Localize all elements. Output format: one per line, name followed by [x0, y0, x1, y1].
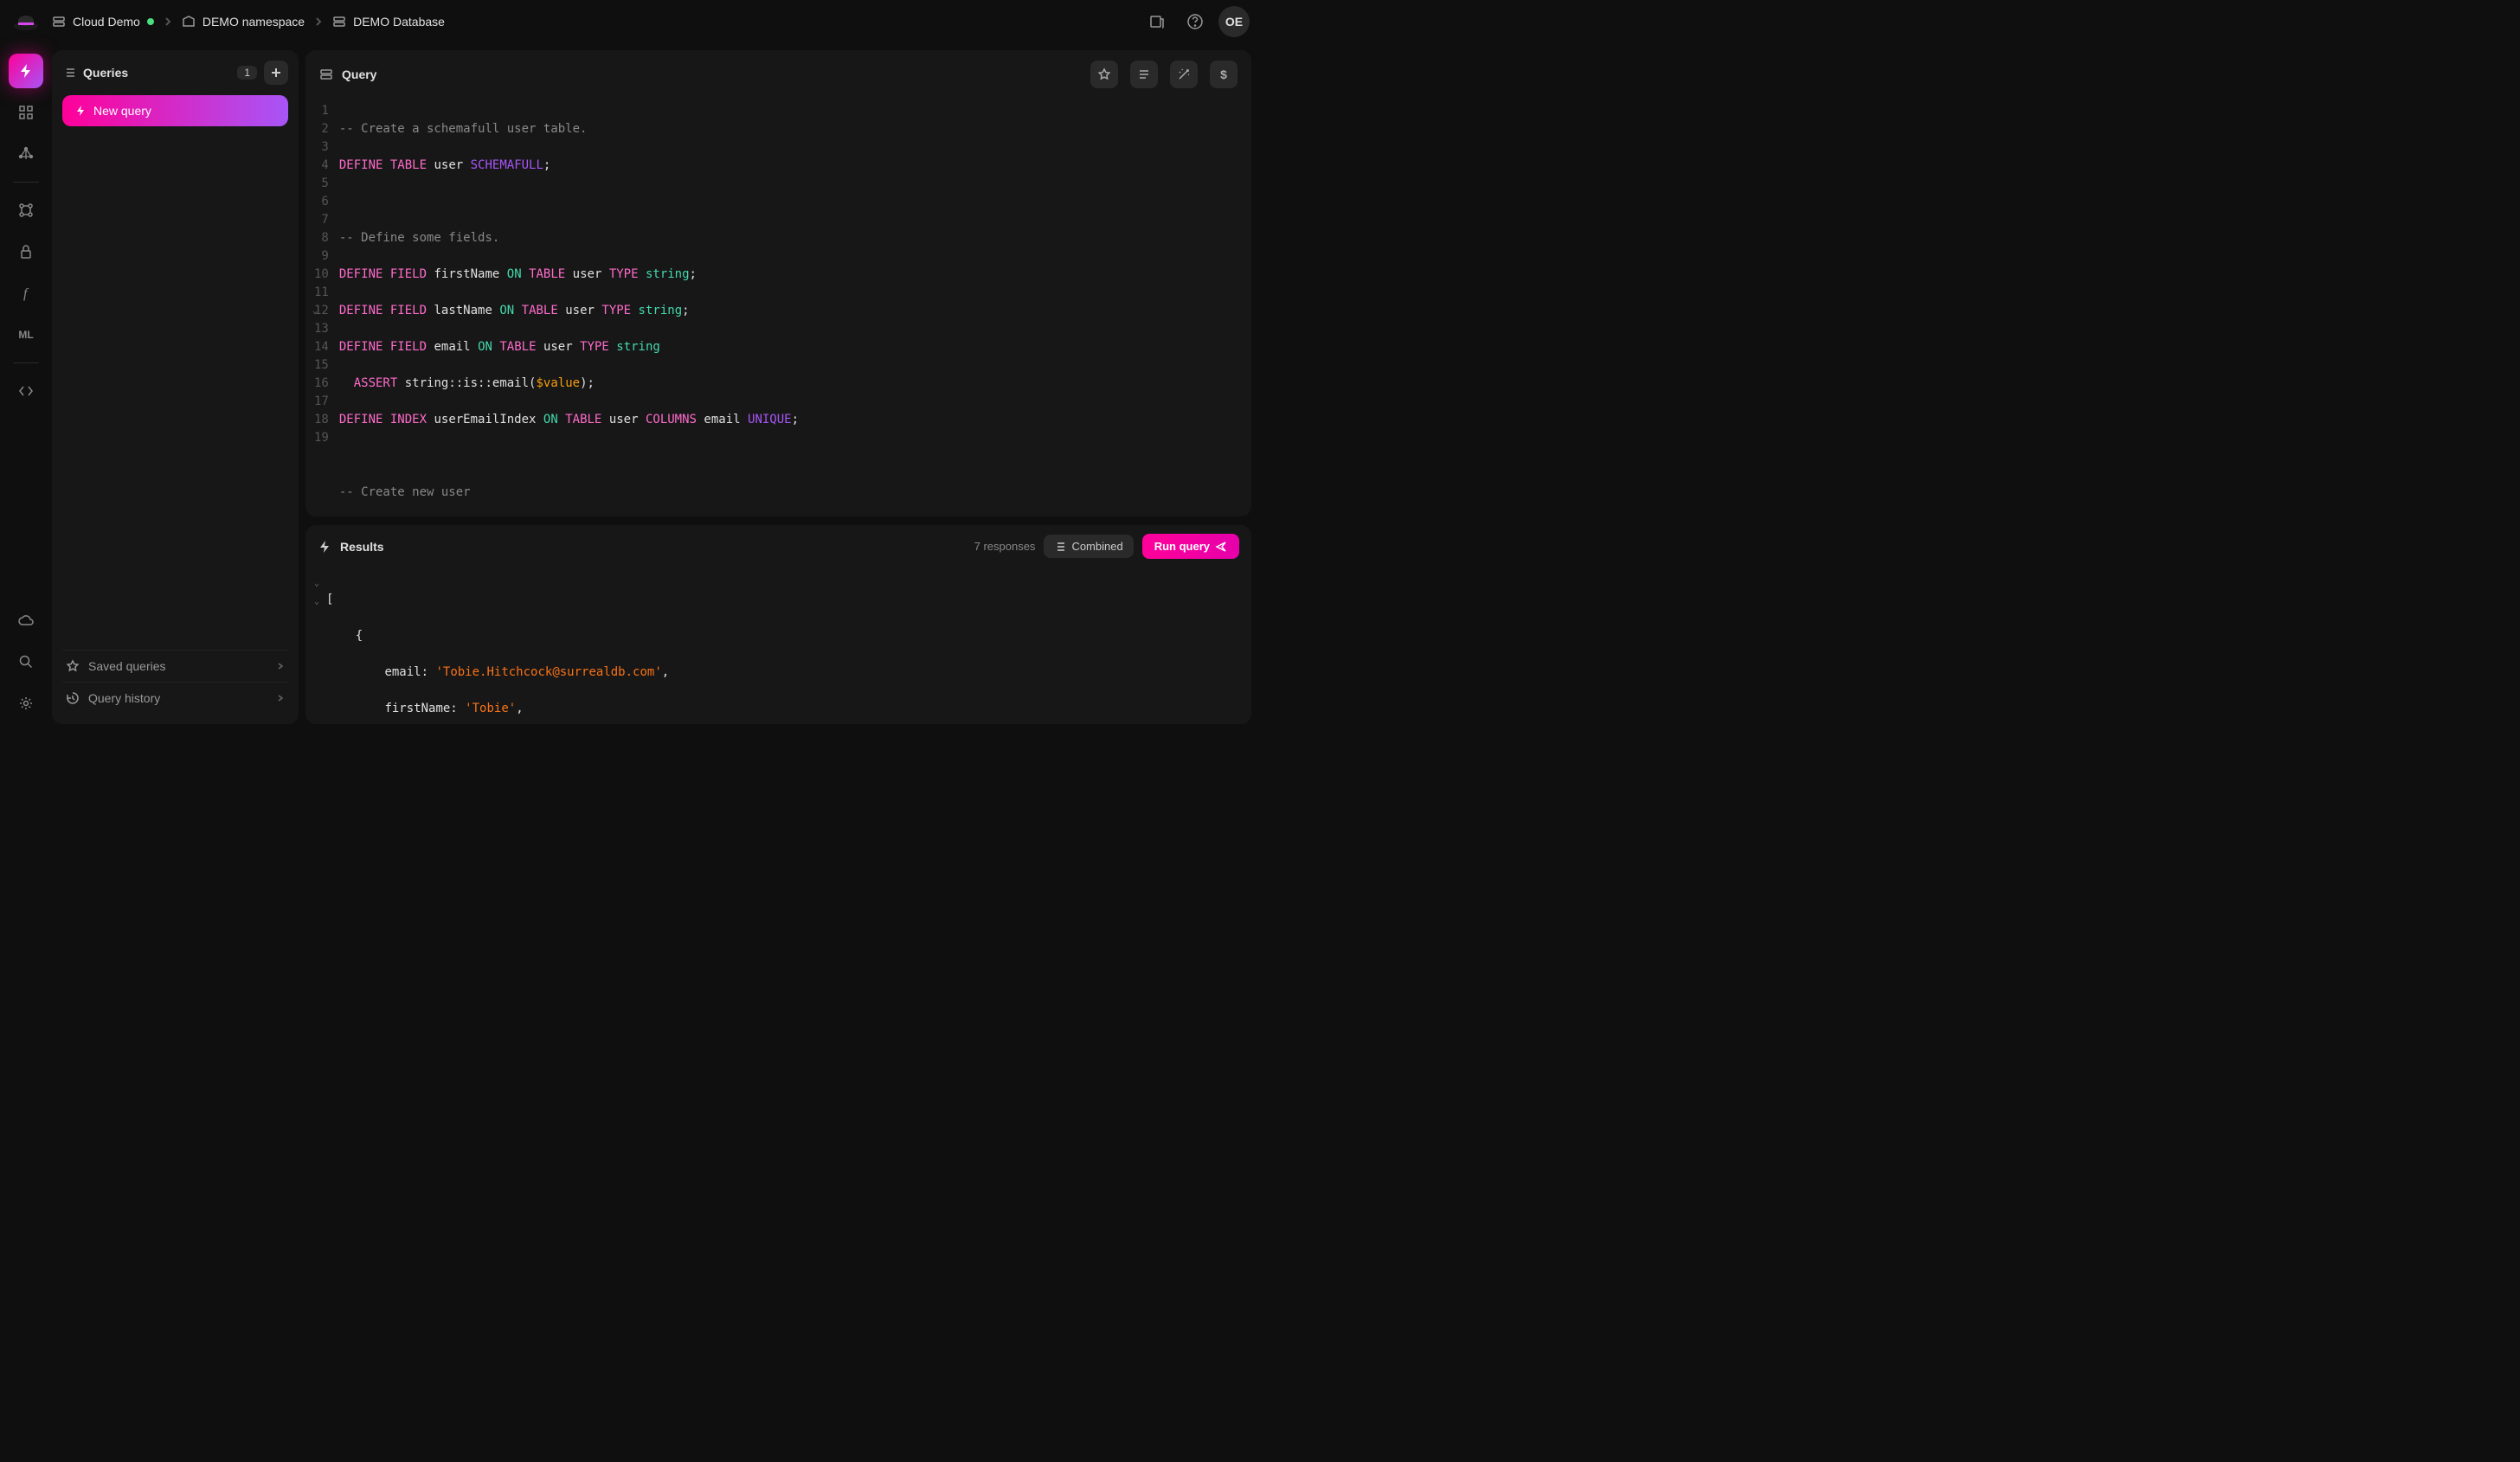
- breadcrumb-instance[interactable]: Cloud Demo: [52, 15, 154, 29]
- breadcrumb-label: DEMO namespace: [202, 15, 305, 29]
- fold-arrow-icon[interactable]: ⌄: [314, 574, 326, 593]
- variables-button[interactable]: $: [1210, 61, 1238, 88]
- nav-graphql[interactable]: [9, 137, 43, 171]
- nav-rail: f ML: [0, 43, 52, 731]
- nav-auth[interactable]: [9, 234, 43, 269]
- app-logo[interactable]: [10, 6, 42, 37]
- nav-settings[interactable]: [9, 686, 43, 721]
- nav-functions[interactable]: f: [9, 276, 43, 311]
- svg-text:f: f: [23, 286, 29, 301]
- database-icon: [319, 67, 333, 81]
- magic-button[interactable]: [1170, 61, 1198, 88]
- sidebar-title: Queries: [83, 66, 230, 80]
- avatar[interactable]: OE: [1218, 6, 1250, 37]
- breadcrumb-label: DEMO Database: [353, 15, 445, 29]
- saved-queries-button[interactable]: Saved queries: [62, 650, 288, 682]
- fold-arrow-icon[interactable]: ⌄: [312, 302, 318, 320]
- nav-models[interactable]: ML: [9, 317, 43, 352]
- queries-sidebar: Queries 1 New query Saved queries Query …: [52, 50, 299, 724]
- view-mode-button[interactable]: Combined: [1044, 535, 1133, 558]
- topbar: Cloud Demo DEMO namespace DEMO Database …: [0, 0, 1260, 43]
- help-icon[interactable]: [1180, 7, 1210, 36]
- list-icon: [1054, 541, 1066, 553]
- results-output[interactable]: ⌄ ⌄ [ { email: 'Tobie.Hitchcock@surreald…: [305, 567, 1251, 724]
- chevron-right-icon: [313, 16, 324, 27]
- query-editor-panel: Query $ 1 2 3 4 5 6 7 8 9 10 11 ⌄12 13 1…: [305, 50, 1251, 516]
- lightning-icon: [318, 540, 331, 554]
- format-button[interactable]: [1130, 61, 1158, 88]
- query-history-button[interactable]: Query history: [62, 682, 288, 714]
- editor-title: Query: [342, 67, 1078, 81]
- run-query-button[interactable]: Run query: [1142, 534, 1239, 559]
- responses-count: 7 responses: [974, 540, 1036, 553]
- nav-api[interactable]: [9, 374, 43, 408]
- chevron-right-icon: [276, 662, 285, 670]
- history-icon: [66, 691, 80, 705]
- new-query-label: New query: [93, 104, 151, 118]
- add-query-button[interactable]: [264, 61, 288, 85]
- list-icon: [62, 66, 76, 80]
- status-dot-icon: [147, 18, 154, 25]
- code-editor[interactable]: 1 2 3 4 5 6 7 8 9 10 11 ⌄12 13 14 15 16 …: [305, 99, 1251, 516]
- results-panel: Results 7 responses Combined Run query ⌄…: [305, 525, 1251, 724]
- breadcrumb-database[interactable]: DEMO Database: [332, 15, 445, 29]
- star-icon: [66, 659, 80, 673]
- results-title: Results: [340, 540, 384, 554]
- breadcrumb: Cloud Demo DEMO namespace DEMO Database: [52, 15, 1132, 29]
- chevron-right-icon: [276, 694, 285, 702]
- new-query-button[interactable]: New query: [62, 95, 288, 126]
- breadcrumb-namespace[interactable]: DEMO namespace: [182, 15, 305, 29]
- chevron-right-icon: [163, 16, 173, 27]
- send-icon: [1215, 541, 1227, 553]
- breadcrumb-label: Cloud Demo: [73, 15, 140, 29]
- query-count-badge: 1: [237, 66, 257, 80]
- lightning-icon: [74, 105, 87, 117]
- nav-search[interactable]: [9, 644, 43, 679]
- nav-cloud[interactable]: [9, 603, 43, 638]
- fold-arrow-icon[interactable]: ⌄: [314, 593, 326, 611]
- favorite-button[interactable]: [1090, 61, 1118, 88]
- news-icon[interactable]: [1142, 7, 1172, 36]
- nav-designer[interactable]: [9, 193, 43, 228]
- nav-explorer[interactable]: [9, 95, 43, 130]
- nav-query[interactable]: [9, 54, 43, 88]
